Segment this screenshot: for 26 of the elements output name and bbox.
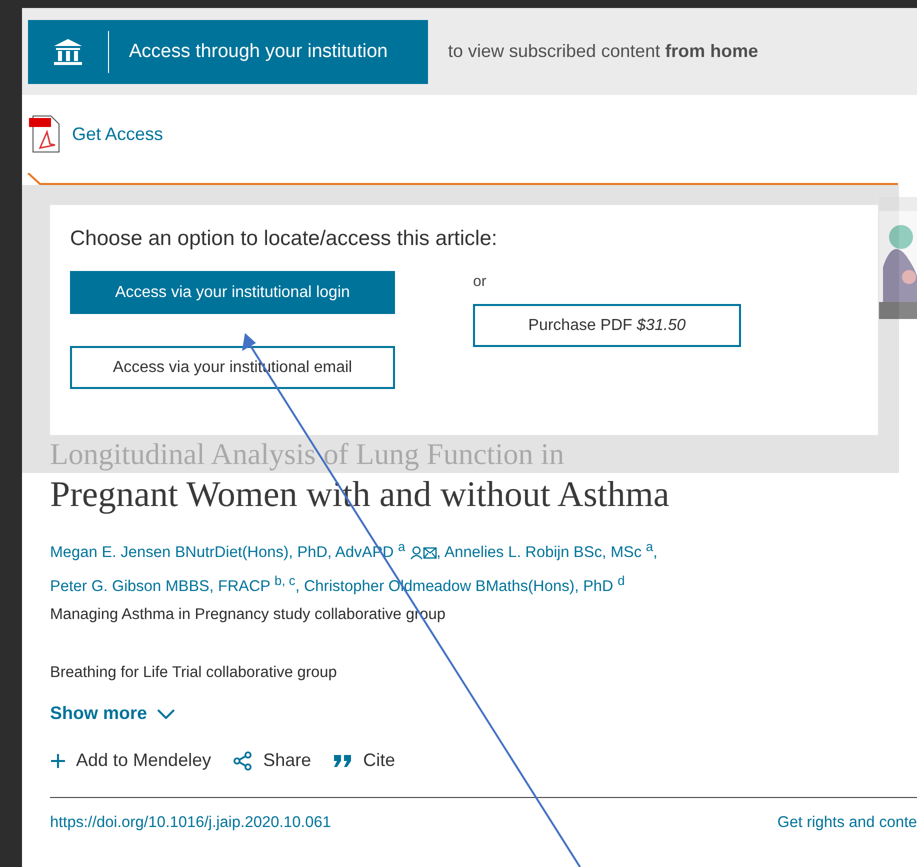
rights-link[interactable]: Get rights and conte (777, 814, 917, 832)
show-more-button[interactable]: Show more (50, 703, 176, 724)
bank-icon (52, 38, 84, 66)
get-access-link[interactable]: Get Access (72, 124, 164, 144)
separator: , (436, 544, 441, 562)
or-label: or (473, 273, 488, 290)
access-option-button[interactable]: Access via your institutional login (70, 271, 395, 314)
access-institution-button[interactable]: Access through your institution (28, 20, 428, 84)
banner-note: to view subscribed content from home (448, 41, 758, 62)
add-button[interactable]: Add to Mendeley (50, 750, 212, 772)
share-icon (233, 750, 254, 771)
plus-icon (50, 752, 66, 769)
share-button[interactable]: Share (233, 750, 312, 772)
quote-icon (333, 754, 354, 768)
dialog-heading: Choose an option to locate/access this article: (70, 227, 498, 251)
chevron-down-icon (157, 708, 176, 719)
author-link[interactable]: Peter G. Gibson MBBS, FRACP $^{b, c}$, (50, 578, 300, 596)
person-icon[interactable] (410, 546, 423, 560)
doi-link[interactable]: https://doi.org/10.1016/j.jaip.2020.10.061 (50, 814, 331, 832)
cite-button[interactable]: Cite (333, 750, 396, 772)
mail-icon[interactable] (422, 547, 437, 560)
group-name: Breathing for Life Trial collaborative group (50, 663, 338, 684)
article-title-background: Longitudinal Analysis of Lung Function in (50, 437, 564, 473)
pdf-icon (28, 114, 62, 154)
purchase-pdf-button[interactable]: Purchase PDF $31.50 (473, 304, 741, 347)
author-link[interactable]: Annelies L. Robijn BSc, MSc $^{a}$, (444, 544, 658, 562)
